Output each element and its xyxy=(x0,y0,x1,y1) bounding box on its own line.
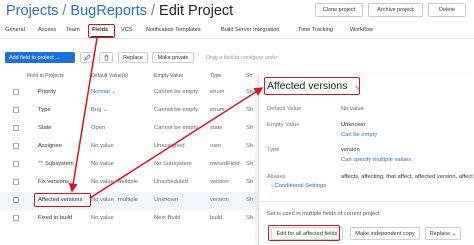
annotation-arrows xyxy=(68,37,264,199)
arrow-row-to-panel xyxy=(89,87,264,199)
arrow-fields-to-row xyxy=(68,37,98,193)
